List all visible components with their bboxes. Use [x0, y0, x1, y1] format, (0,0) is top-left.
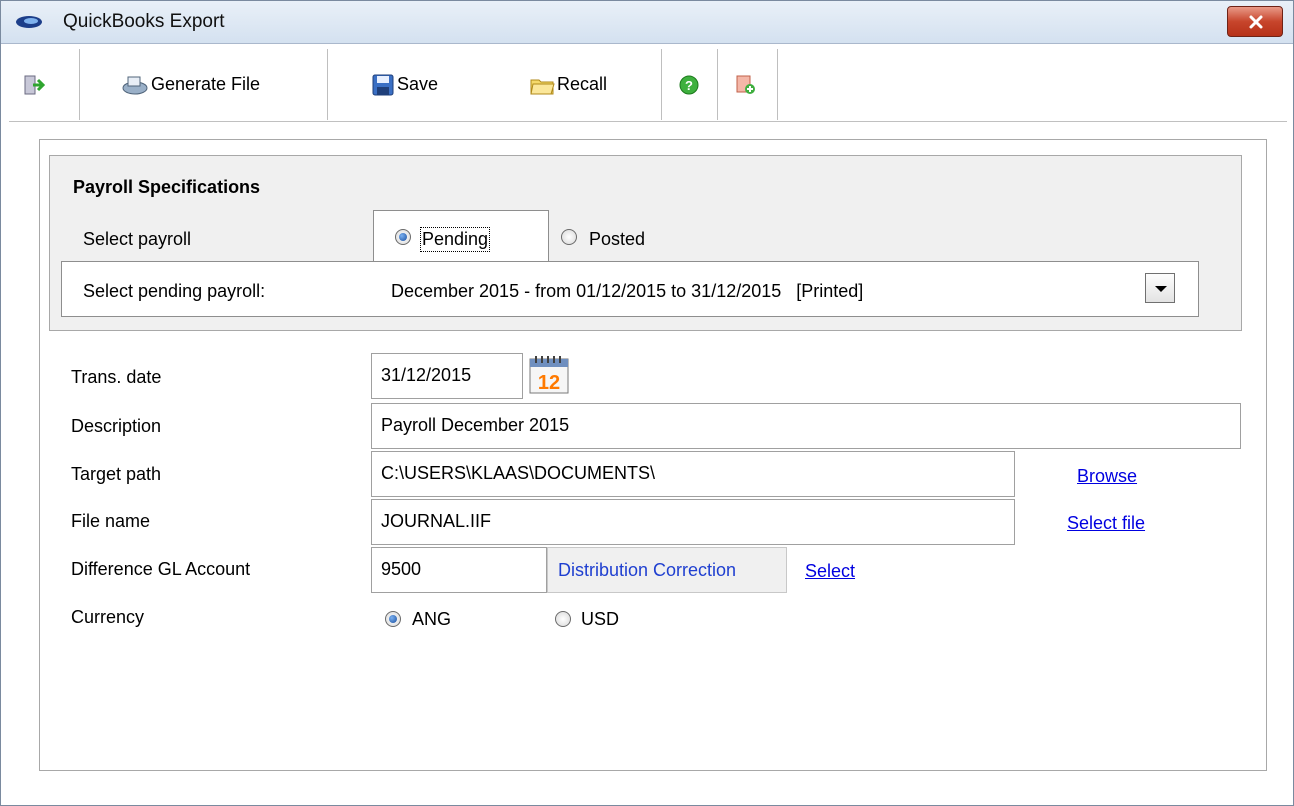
generate-file-icon	[122, 76, 148, 94]
svg-text:?: ?	[685, 78, 693, 93]
trans-date-label: Trans. date	[71, 367, 162, 387]
gl-account-input[interactable]: 9500	[371, 547, 547, 593]
calendar-icon[interactable]: 12	[527, 353, 571, 395]
file-name-label: File name	[71, 511, 151, 531]
dropdown-arrow-icon[interactable]	[1145, 273, 1175, 303]
recall-folder-icon	[530, 79, 555, 94]
toolbar-separator	[661, 49, 662, 120]
difference-gl-account-label: Difference GL Account	[71, 559, 251, 579]
toolbar-separator	[79, 49, 80, 120]
browse-link[interactable]: Browse	[1077, 466, 1137, 487]
toolbar-separator	[777, 49, 778, 120]
toolbar-separator	[327, 49, 328, 120]
window-title: QuickBooks Export	[63, 11, 225, 32]
posted-radio[interactable]	[561, 229, 577, 245]
save-icon	[372, 74, 394, 95]
select-payroll-label: Select payroll	[83, 229, 192, 249]
save-button[interactable]: Save	[371, 49, 438, 120]
help-icon: ?	[679, 75, 699, 94]
title-bar: QuickBooks Export	[1, 1, 1293, 44]
description-input[interactable]: Payroll December 2015	[371, 403, 1241, 449]
save-label: Save	[397, 74, 439, 94]
app-logo-icon	[16, 16, 42, 28]
recall-label: Recall	[557, 74, 608, 94]
quickbooks-export-window: QuickBooks Export Generate File Save Rec…	[0, 0, 1294, 806]
currency-usd-radio[interactable]	[555, 611, 571, 627]
currency-usd-label[interactable]: USD	[581, 609, 619, 630]
exit-button[interactable]	[23, 49, 47, 120]
posted-radio-label[interactable]: Posted	[589, 229, 645, 250]
payroll-specifications-title: Payroll Specifications	[73, 177, 261, 197]
toolbar-separator	[717, 49, 718, 120]
generate-file-button[interactable]: Generate File	[121, 49, 260, 120]
add-document-button[interactable]	[735, 49, 759, 120]
pending-radio[interactable]	[395, 229, 411, 245]
pending-radio-label[interactable]: Pending	[419, 227, 491, 252]
gl-select-link[interactable]: Select	[805, 561, 855, 582]
close-button[interactable]	[1227, 6, 1283, 37]
gl-account-name: Distribution Correction	[547, 547, 787, 593]
target-path-input[interactable]: C:\USERS\KLAAS\DOCUMENTS\	[371, 451, 1015, 497]
target-path-label: Target path	[71, 464, 162, 484]
calendar-day: 12	[538, 372, 560, 394]
select-file-link[interactable]: Select file	[1067, 513, 1145, 534]
add-document-icon	[736, 75, 755, 94]
pending-payroll-label: Select pending payroll:	[83, 281, 266, 301]
currency-ang-radio[interactable]	[385, 611, 401, 627]
toolbar: Generate File Save Recall ?	[9, 49, 1287, 122]
close-icon	[1249, 15, 1263, 29]
exit-icon	[24, 75, 45, 94]
currency-label: Currency	[71, 607, 145, 627]
currency-ang-label[interactable]: ANG	[412, 609, 451, 630]
pending-payroll-dropdown[interactable]: December 2015 - from 01/12/2015 to 31/12…	[391, 281, 863, 302]
trans-date-input[interactable]: 31/12/2015	[371, 353, 523, 399]
help-button[interactable]: ?	[679, 49, 701, 120]
generate-file-label: Generate File	[151, 74, 261, 94]
description-label: Description	[71, 416, 162, 436]
recall-button[interactable]: Recall	[529, 49, 607, 120]
file-name-input[interactable]: JOURNAL.IIF	[371, 499, 1015, 545]
